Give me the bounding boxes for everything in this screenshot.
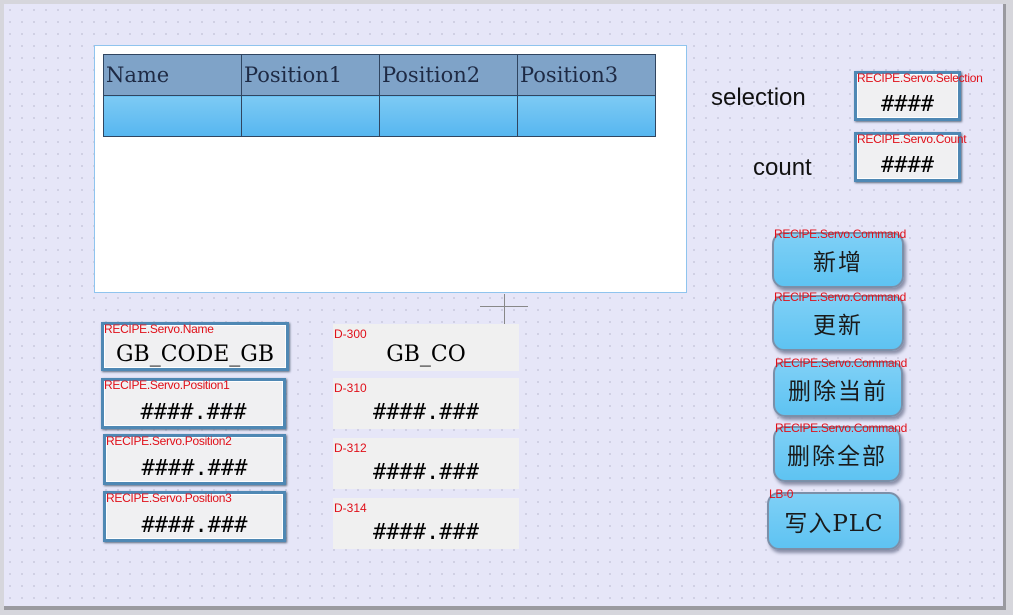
selection-label: selection — [711, 84, 806, 111]
count-label: count — [753, 154, 812, 181]
table-cell[interactable] — [517, 95, 656, 137]
selection-tag: RECIPE.Servo.Selection — [857, 71, 983, 85]
position3-tag: RECIPE.Servo.Position3 — [106, 491, 232, 505]
register-display-d312: D-312 ####.### — [333, 438, 519, 489]
add-button[interactable]: RECIPE.Servo.Command 新增 — [772, 227, 906, 288]
register-value: ####.### — [373, 400, 479, 425]
position1-tag: RECIPE.Servo.Position1 — [104, 378, 230, 392]
add-button-label: 新增 — [813, 250, 863, 276]
recipe-table-grid: Name Position1 Position2 Position3 — [103, 54, 656, 137]
register-display-d300: D-300 GB_CO — [333, 324, 519, 371]
register-tag: D-300 — [334, 327, 367, 341]
count-tag: RECIPE.Servo.Count — [857, 132, 967, 146]
delete-current-button[interactable]: RECIPE.Servo.Command 删除当前 — [773, 356, 907, 417]
position1-value: ####.### — [140, 400, 247, 425]
position3-value: ####.### — [141, 513, 248, 538]
command-tag: RECIPE.Servo.Command — [775, 421, 908, 435]
selection-field[interactable]: RECIPE.Servo.Selection #### — [854, 71, 983, 121]
selection-value: #### — [881, 92, 934, 117]
table-cell[interactable] — [379, 95, 518, 137]
delete-current-button-label: 删除当前 — [788, 379, 888, 405]
command-tag: LB-0 — [769, 487, 794, 501]
count-value: #### — [881, 153, 934, 178]
crosshair-mark — [504, 294, 505, 324]
column-header-name[interactable]: Name — [103, 54, 242, 96]
recipe-table[interactable]: Name Position1 Position2 Position3 — [94, 45, 687, 293]
table-row[interactable] — [103, 95, 656, 137]
name-field[interactable]: RECIPE.Servo.Name GB_CODE_GB — [101, 322, 289, 371]
update-button[interactable]: RECIPE.Servo.Command 更新 — [772, 290, 906, 351]
register-tag: D-312 — [334, 441, 367, 455]
write-plc-button-label: 写入PLC — [784, 511, 884, 537]
name-tag: RECIPE.Servo.Name — [104, 322, 214, 336]
column-header-position1[interactable]: Position1 — [241, 54, 380, 96]
position3-field[interactable]: RECIPE.Servo.Position3 ####.### — [103, 491, 286, 542]
position2-tag: RECIPE.Servo.Position2 — [106, 434, 232, 448]
register-display-d310: D-310 ####.### — [333, 378, 519, 429]
delete-all-button-label: 删除全部 — [787, 444, 887, 470]
command-tag: RECIPE.Servo.Command — [775, 356, 908, 370]
column-header-position2[interactable]: Position2 — [379, 54, 518, 96]
count-field[interactable]: RECIPE.Servo.Count #### — [854, 132, 967, 182]
register-display-d314: D-314 ####.### — [333, 498, 519, 549]
register-value: ####.### — [373, 460, 479, 485]
position2-value: ####.### — [141, 456, 248, 481]
register-value: GB_CO — [386, 342, 466, 367]
column-header-position3[interactable]: Position3 — [517, 54, 656, 96]
hmi-canvas: Name Position1 Position2 Position3 selec… — [4, 4, 1006, 610]
position1-field[interactable]: RECIPE.Servo.Position1 ####.### — [101, 378, 286, 429]
delete-all-button[interactable]: RECIPE.Servo.Command 删除全部 — [773, 421, 907, 482]
update-button-label: 更新 — [813, 313, 863, 339]
position2-field[interactable]: RECIPE.Servo.Position2 ####.### — [103, 434, 286, 485]
register-tag: D-314 — [334, 501, 367, 515]
write-plc-button[interactable]: LB-0 写入PLC — [767, 487, 901, 550]
table-cell[interactable] — [241, 95, 380, 137]
name-value: GB_CODE_GB — [115, 342, 275, 367]
register-value: ####.### — [373, 520, 479, 545]
command-tag: RECIPE.Servo.Command — [774, 290, 907, 304]
register-tag: D-310 — [334, 381, 367, 395]
command-tag: RECIPE.Servo.Command — [774, 227, 907, 241]
table-cell[interactable] — [103, 95, 242, 137]
